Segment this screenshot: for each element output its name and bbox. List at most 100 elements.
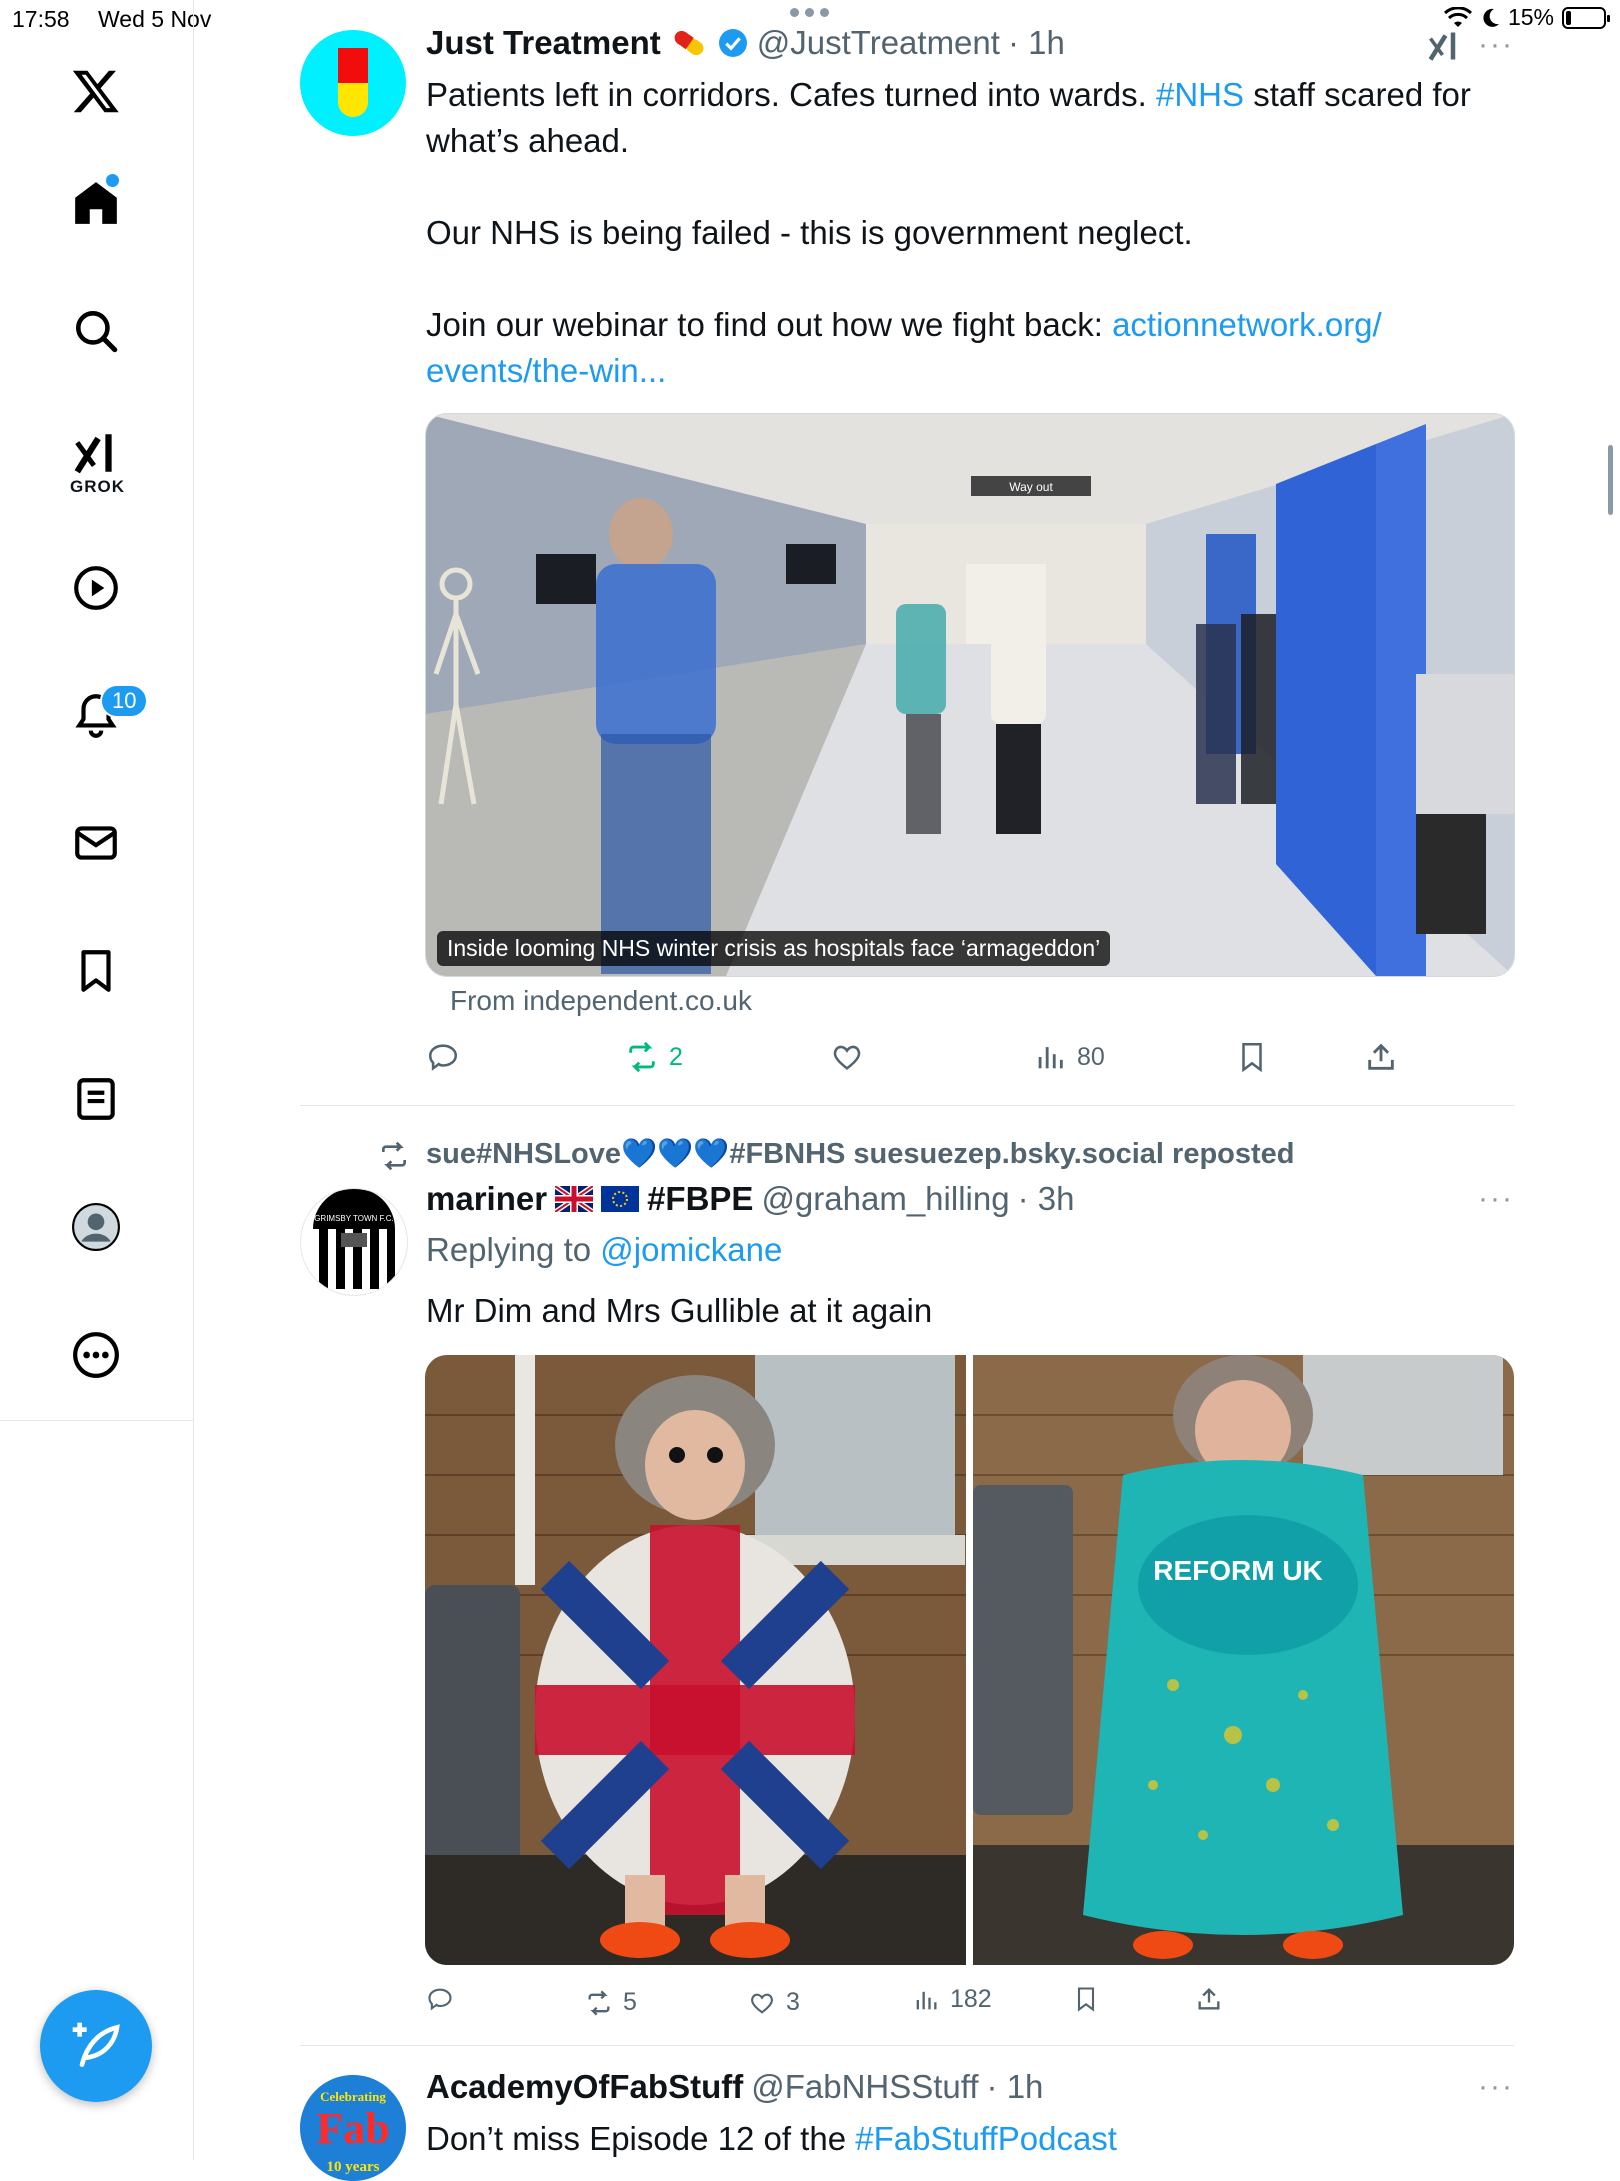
views-icon <box>916 1991 937 2009</box>
fab-logo-icon: Celebrating Fab 10 years <box>300 2075 406 2181</box>
tweet-image-right[interactable]: REFORM UK <box>973 1355 1514 1965</box>
x-logo-icon[interactable] <box>55 50 137 132</box>
like-button[interactable]: 3 <box>748 1988 800 2017</box>
wifi-icon <box>1443 6 1472 27</box>
display-name-suffix[interactable]: #FBPE <box>647 1180 753 1218</box>
sidebar-divider <box>0 1420 193 1421</box>
share-icon <box>1198 1988 1220 2010</box>
more-icon[interactable]: ··· <box>1478 28 1514 62</box>
avatar[interactable]: GRIMSBY TOWN F.C. <box>300 1188 408 1296</box>
display-name[interactable]: Just Treatment <box>426 24 661 62</box>
bookmark-icon <box>1242 1042 1262 1073</box>
share-icon <box>1368 1043 1394 1070</box>
video-icon[interactable] <box>55 547 137 629</box>
tweet-header: mariner #FBPE @graham_hilling · 3h <box>426 1180 1074 1218</box>
avatar[interactable] <box>300 30 406 136</box>
tweet-text: Mr Dim and Mrs Gullible at it again <box>426 1292 933 1329</box>
tweet-text: Don’t miss Episode 12 of the #FabStuffPo… <box>426 2116 1117 2162</box>
reply-button[interactable] <box>426 1040 460 1074</box>
bookmark-button[interactable] <box>1235 1040 1269 1074</box>
handle[interactable]: @JustTreatment <box>757 24 1000 62</box>
bookmark-button[interactable] <box>1072 1985 1100 2013</box>
timestamp[interactable]: · 3h <box>1018 1180 1075 1218</box>
bookmark-icon <box>1077 1987 1095 2012</box>
link-card-image[interactable]: Way out <box>425 413 1515 977</box>
home-icon[interactable] <box>55 162 137 244</box>
tweet-text: Patients left in corridors. Cafes turned… <box>426 72 1516 164</box>
profile-icon[interactable] <box>55 1186 137 1268</box>
grimsby-crest-icon: GRIMSBY TOWN F.C. <box>313 1189 395 1289</box>
display-name[interactable]: AcademyOfFabStuff <box>426 2068 743 2106</box>
avatar-crest-text: GRIMSBY TOWN F.C. <box>314 1214 394 1223</box>
tweet-text-part: Join our webinar to find out how we figh… <box>426 306 1113 343</box>
hashtag-link[interactable]: #NHS <box>1156 76 1244 113</box>
woman-reform-uk-dress-image: REFORM UK <box>973 1355 1514 1965</box>
pill-emoji-icon <box>674 30 704 56</box>
retweet-count: 5 <box>623 1988 637 2016</box>
status-indicators: 15% <box>1443 4 1610 31</box>
avatar-text-top: Celebrating <box>320 2089 386 2104</box>
retweet-count: 2 <box>669 1042 683 1071</box>
mail-icon[interactable] <box>55 802 137 884</box>
multitasking-dots-icon[interactable] <box>790 8 829 17</box>
compose-post-button[interactable] <box>40 1990 152 2102</box>
tweet-paragraph: Join our webinar to find out how we figh… <box>426 302 1496 394</box>
more-icon[interactable]: ··· <box>1478 2070 1514 2104</box>
search-icon[interactable] <box>55 290 137 372</box>
timestamp[interactable]: · 1h <box>1008 24 1065 62</box>
reply-icon <box>428 1988 452 2011</box>
feather-plus-icon <box>72 2022 120 2067</box>
tweet-header: AcademyOfFabStuff @FabNHSStuff · 1h <box>426 2068 1043 2106</box>
bookmark-icon[interactable] <box>55 930 137 1012</box>
moon-icon <box>1483 8 1499 27</box>
battery-icon <box>1562 6 1610 29</box>
heart-icon <box>751 1993 773 2014</box>
scrollbar[interactable] <box>1608 445 1613 515</box>
share-button[interactable] <box>1195 1985 1223 2013</box>
retweet-icon <box>629 1041 655 1073</box>
display-name[interactable]: mariner <box>426 1180 547 1218</box>
reply-icon <box>428 1044 458 1071</box>
replying-prefix: Replying to <box>426 1231 601 1268</box>
share-button[interactable] <box>1364 1040 1398 1074</box>
retweet-icon <box>588 1990 610 2015</box>
home-unread-dot <box>104 172 121 189</box>
way-out-sign: Way out <box>1009 480 1053 494</box>
retweet-button[interactable]: 5 <box>585 1988 637 2017</box>
like-button[interactable] <box>830 1040 864 1074</box>
eu-flag-icon <box>601 1186 640 1212</box>
shirt-text: REFORM UK <box>1153 1555 1323 1586</box>
replying-to-link[interactable]: @jomickane <box>600 1231 782 1268</box>
views-icon <box>1038 1047 1063 1069</box>
repost-icon <box>378 1140 410 1177</box>
reply-button[interactable] <box>426 1985 454 2013</box>
views-count: 182 <box>950 1985 992 2013</box>
tweet-divider <box>300 2045 1514 2046</box>
lists-icon[interactable] <box>55 1058 137 1140</box>
views-button[interactable]: 182 <box>912 1985 992 2014</box>
grok-badge-icon[interactable] <box>1425 28 1463 69</box>
handle[interactable]: @FabNHSStuff <box>751 2068 978 2106</box>
tweet-divider <box>300 1105 1514 1106</box>
heart-icon <box>833 1045 861 1070</box>
timestamp[interactable]: · 1h <box>987 2068 1044 2106</box>
hashtag-link[interactable]: #FabStuffPodcast <box>855 2120 1117 2157</box>
views-count: 80 <box>1077 1042 1105 1071</box>
uk-flag-icon <box>555 1186 594 1212</box>
handle[interactable]: @graham_hilling <box>761 1180 1009 1218</box>
card-caption: Inside looming NHS winter crisis as hosp… <box>437 931 1111 966</box>
avatar-text-mid: Fab <box>316 2104 389 2153</box>
retweet-button[interactable]: 2 <box>625 1040 683 1074</box>
repost-label[interactable]: sue#NHSLove💙💙💙#FBNHS suesuezep.bsky.soci… <box>426 1137 1295 1171</box>
avatar-text-bottom: 10 years <box>327 2159 380 2175</box>
more-options-icon[interactable] <box>55 1314 137 1396</box>
more-icon[interactable]: ··· <box>1478 1182 1514 1216</box>
tweet-image-left[interactable] <box>425 1355 966 1965</box>
views-button[interactable]: 80 <box>1033 1040 1105 1074</box>
tweet-paragraph: Our NHS is being failed - this is govern… <box>426 214 1193 251</box>
avatar[interactable]: Celebrating Fab 10 years <box>300 2075 406 2181</box>
battery-percent: 15% <box>1507 4 1554 30</box>
card-source[interactable]: From independent.co.uk <box>450 985 752 1017</box>
grok-label: GROK <box>70 477 125 496</box>
tweet-header: Just Treatment @JustTreatment · 1h <box>426 24 1065 62</box>
